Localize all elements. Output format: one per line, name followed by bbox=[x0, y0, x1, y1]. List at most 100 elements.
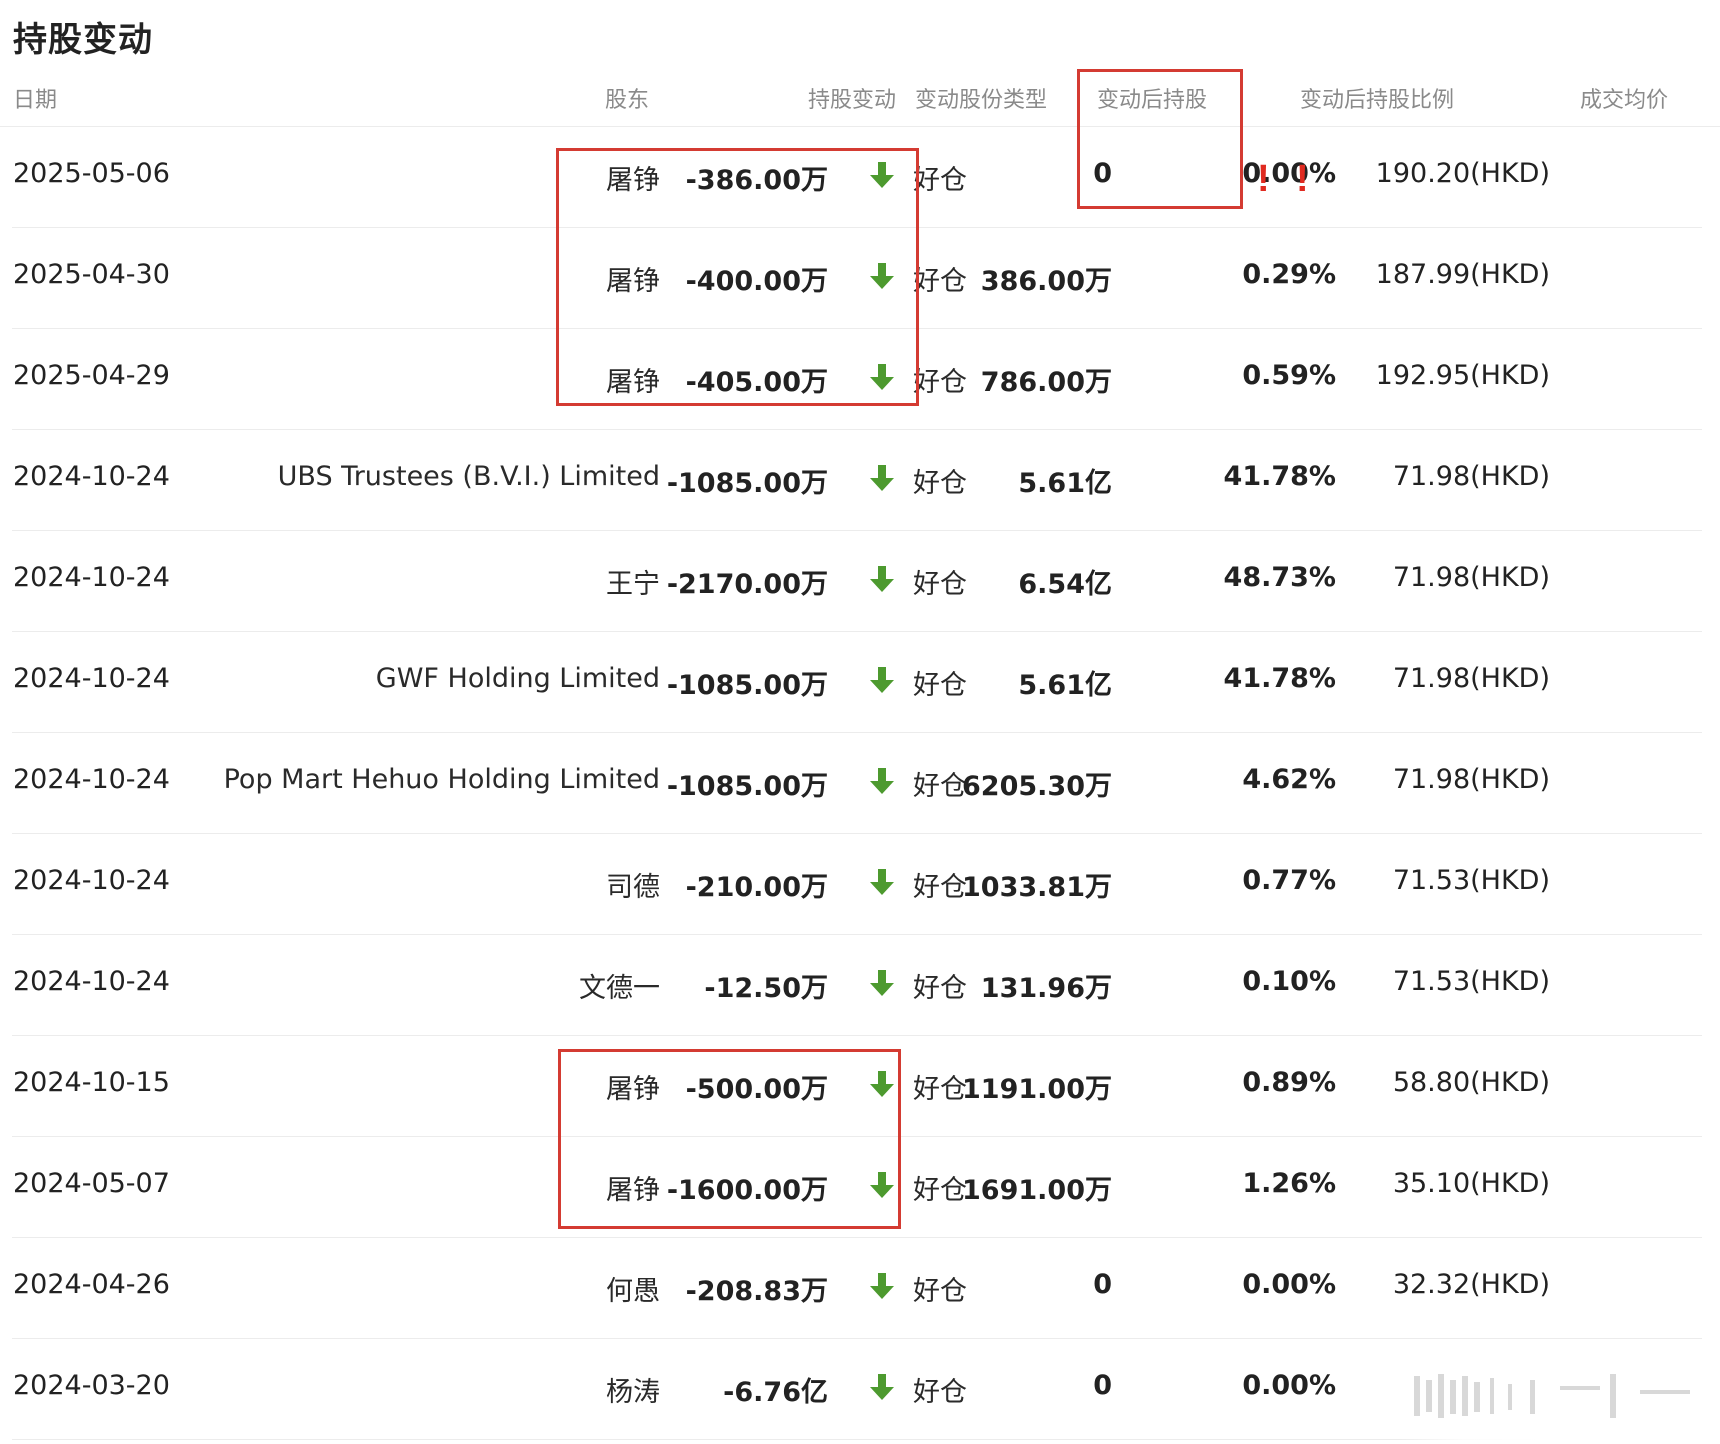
type-cell: 好仓 bbox=[913, 670, 967, 701]
price-cell: 71.53(HKD) bbox=[1392, 865, 1550, 896]
price-cell: 58.80(HKD) bbox=[1392, 1067, 1550, 1098]
date-cell: 2025-04-30 bbox=[13, 259, 170, 290]
ratio-cell: 41.78% bbox=[1223, 461, 1336, 492]
arrow-down-icon bbox=[870, 1273, 894, 1299]
type-cell: 好仓 bbox=[913, 367, 967, 398]
after-holding-cell: 5.61亿 bbox=[1018, 670, 1112, 701]
ratio-cell: 0.00% bbox=[1242, 1269, 1336, 1300]
arrow-down-icon bbox=[870, 1374, 894, 1400]
arrow-down-icon bbox=[870, 667, 894, 693]
after-holding-cell: 131.96万 bbox=[980, 973, 1112, 1004]
change-cell: -210.00万 bbox=[685, 872, 828, 903]
price-cell: 35.10(HKD) bbox=[1392, 1168, 1550, 1199]
table-row[interactable]: 2024-10-24 司德 -210.00万 好仓 1033.81万 0.77% 71.53… bbox=[12, 834, 1702, 935]
price-cell: 71.98(HKD) bbox=[1392, 562, 1550, 593]
holder-cell[interactable]: GWF Holding Limited bbox=[376, 663, 660, 694]
date-cell: 2025-05-06 bbox=[13, 158, 170, 189]
watermark-blur bbox=[1414, 1374, 1690, 1418]
date-cell: 2024-10-24 bbox=[13, 461, 170, 492]
after-holding-cell: 6205.30万 bbox=[962, 771, 1112, 802]
table-row[interactable]: 2024-10-24 Pop Mart Hehuo Holding Limited… bbox=[12, 733, 1702, 834]
ratio-cell: 1.26% bbox=[1242, 1168, 1336, 1199]
table-row[interactable]: 2024-10-24 王宁 -2170.00万 好仓 6.54亿 48.73% 71.98(… bbox=[12, 531, 1702, 632]
price-cell: 187.99(HKD) bbox=[1375, 259, 1550, 290]
highlight-box-holder-2025 bbox=[556, 148, 919, 406]
exclamation-mark-2: ! bbox=[1296, 158, 1309, 200]
holder-cell[interactable]: 杨涛 bbox=[606, 1370, 660, 1409]
table-row[interactable]: 2024-10-24 文德一 -12.50万 好仓 131.96万 0.10% 71.53(… bbox=[12, 935, 1702, 1036]
holder-cell[interactable]: 司德 bbox=[606, 865, 660, 904]
highlight-box-holder-2024 bbox=[558, 1049, 901, 1229]
after-holding-cell: 786.00万 bbox=[980, 367, 1112, 398]
date-cell: 2024-10-24 bbox=[13, 764, 170, 795]
ratio-cell: 0.10% bbox=[1242, 966, 1336, 997]
header-holder[interactable]: 股东 bbox=[605, 82, 649, 114]
arrow-down-icon bbox=[870, 566, 894, 592]
after-holding-cell: 0 bbox=[1093, 1269, 1112, 1300]
date-cell: 2024-10-24 bbox=[13, 966, 170, 997]
ratio-cell: 0.89% bbox=[1242, 1067, 1336, 1098]
type-cell: 好仓 bbox=[913, 165, 967, 196]
header-ratio[interactable]: 变动后持股比例 bbox=[1300, 82, 1454, 114]
header-price[interactable]: 成交均价 bbox=[1580, 82, 1668, 114]
date-cell: 2024-05-07 bbox=[13, 1168, 170, 1199]
ratio-cell: 0.00% bbox=[1242, 1370, 1336, 1401]
arrow-down-icon bbox=[870, 465, 894, 491]
page-title: 持股变动 bbox=[13, 20, 153, 60]
price-cell: 190.20(HKD) bbox=[1375, 158, 1550, 189]
header-type[interactable]: 变动股份类型 bbox=[915, 82, 1047, 114]
type-cell: 好仓 bbox=[913, 266, 967, 297]
date-cell: 2024-04-26 bbox=[13, 1269, 170, 1300]
date-cell: 2024-10-24 bbox=[13, 562, 170, 593]
change-cell: -1085.00万 bbox=[666, 771, 828, 802]
holder-cell[interactable]: 王宁 bbox=[606, 562, 660, 601]
after-holding-cell: 1033.81万 bbox=[962, 872, 1112, 903]
change-cell: -1085.00万 bbox=[666, 468, 828, 499]
change-cell: -6.76亿 bbox=[723, 1377, 828, 1408]
change-cell: -1085.00万 bbox=[666, 670, 828, 701]
ratio-cell: 0.29% bbox=[1242, 259, 1336, 290]
price-cell: 71.98(HKD) bbox=[1392, 663, 1550, 694]
after-holding-cell: 1191.00万 bbox=[962, 1074, 1112, 1105]
date-cell: 2024-03-20 bbox=[13, 1370, 170, 1401]
after-holding-cell: 5.61亿 bbox=[1018, 468, 1112, 499]
header-date[interactable]: 日期 bbox=[13, 82, 57, 114]
table-row[interactable]: 2024-10-24 GWF Holding Limited -1085.00万 好仓… bbox=[12, 632, 1702, 733]
holder-cell[interactable]: Pop Mart Hehuo Holding Limited bbox=[224, 764, 660, 795]
ratio-cell: 48.73% bbox=[1223, 562, 1336, 593]
after-holding-cell: 0 bbox=[1093, 1370, 1112, 1401]
date-cell: 2024-10-24 bbox=[13, 865, 170, 896]
ratio-cell: 41.78% bbox=[1223, 663, 1336, 694]
exclamation-mark-1: ! bbox=[1257, 158, 1270, 200]
holder-cell[interactable]: 文德一 bbox=[579, 966, 660, 1005]
price-cell: 71.98(HKD) bbox=[1392, 461, 1550, 492]
holder-cell[interactable]: UBS Trustees (B.V.I.) Limited bbox=[278, 461, 660, 492]
arrow-down-icon bbox=[870, 768, 894, 794]
ratio-cell: 0.59% bbox=[1242, 360, 1336, 391]
price-cell: 71.53(HKD) bbox=[1392, 966, 1550, 997]
table-row[interactable]: 2024-10-24 UBS Trustees (B.V.I.) Limited -… bbox=[12, 430, 1702, 531]
type-cell: 好仓 bbox=[913, 1074, 967, 1105]
after-holding-cell: 6.54亿 bbox=[1018, 569, 1112, 600]
date-cell: 2024-10-24 bbox=[13, 663, 170, 694]
type-cell: 好仓 bbox=[913, 1276, 967, 1307]
change-cell: -208.83万 bbox=[685, 1276, 828, 1307]
change-cell: -12.50万 bbox=[704, 973, 828, 1004]
header-change[interactable]: 持股变动 bbox=[808, 82, 896, 114]
type-cell: 好仓 bbox=[913, 569, 967, 600]
price-cell: 192.95(HKD) bbox=[1375, 360, 1550, 391]
ratio-cell: 4.62% bbox=[1242, 764, 1336, 795]
ratio-cell: 0.77% bbox=[1242, 865, 1336, 896]
type-cell: 好仓 bbox=[913, 1377, 967, 1408]
date-cell: 2024-10-15 bbox=[13, 1067, 170, 1098]
highlight-box-after-header bbox=[1077, 69, 1243, 209]
price-cell: 71.98(HKD) bbox=[1392, 764, 1550, 795]
date-cell: 2025-04-29 bbox=[13, 360, 170, 391]
table-header: 日期 股东 持股变动 变动股份类型 变动后持股 变动后持股比例 成交均价 bbox=[0, 68, 1720, 127]
type-cell: 好仓 bbox=[913, 1175, 967, 1206]
holder-cell[interactable]: 何愚 bbox=[606, 1269, 660, 1308]
type-cell: 好仓 bbox=[913, 973, 967, 1004]
after-holding-cell: 1691.00万 bbox=[962, 1175, 1112, 1206]
price-cell: 32.32(HKD) bbox=[1392, 1269, 1550, 1300]
table-row[interactable]: 2024-04-26 何愚 -208.83万 好仓 0 0.00% 32.32(HKD) bbox=[12, 1238, 1702, 1339]
